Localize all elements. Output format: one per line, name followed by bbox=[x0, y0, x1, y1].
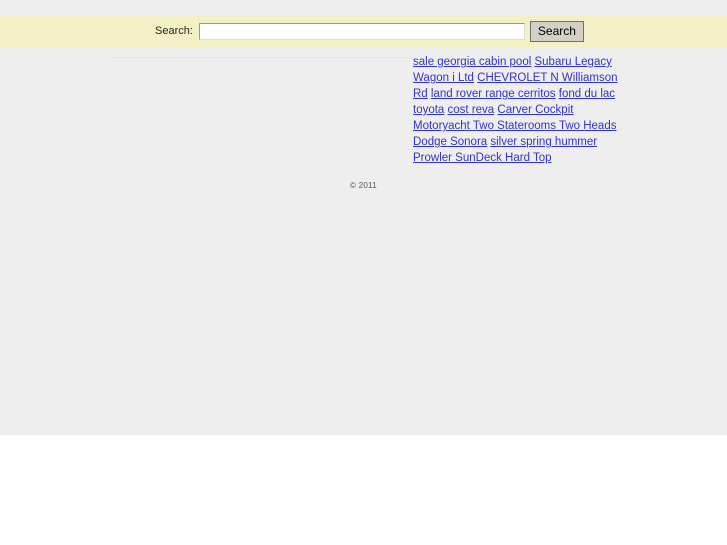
search-input[interactable] bbox=[198, 23, 525, 40]
related-link[interactable]: Prowler SunDeck Hard Top bbox=[413, 152, 552, 164]
related-links-cloud: sale georgia cabin pool Subaru Legacy Wa… bbox=[413, 54, 623, 166]
related-link[interactable]: cost reva bbox=[448, 104, 495, 116]
search-label: Search: bbox=[155, 25, 193, 37]
content-divider bbox=[113, 57, 413, 58]
footer-copyright: © 2011 bbox=[349, 181, 378, 190]
related-link[interactable]: Carver Cockpit Motoryacht Two Staterooms… bbox=[413, 104, 616, 132]
search-form: Search: Search bbox=[155, 15, 584, 48]
search-button[interactable]: Search bbox=[529, 21, 584, 42]
related-link[interactable]: silver spring hummer bbox=[490, 136, 597, 148]
search-bar-band: Search: Search bbox=[0, 15, 727, 48]
page-content-area: Search: Search sale georgia cabin pool S… bbox=[0, 0, 727, 435]
related-link[interactable]: sale georgia cabin pool bbox=[413, 56, 531, 68]
related-link[interactable]: Dodge Sonora bbox=[413, 136, 487, 148]
related-link[interactable]: land rover range cerritos bbox=[431, 88, 556, 100]
